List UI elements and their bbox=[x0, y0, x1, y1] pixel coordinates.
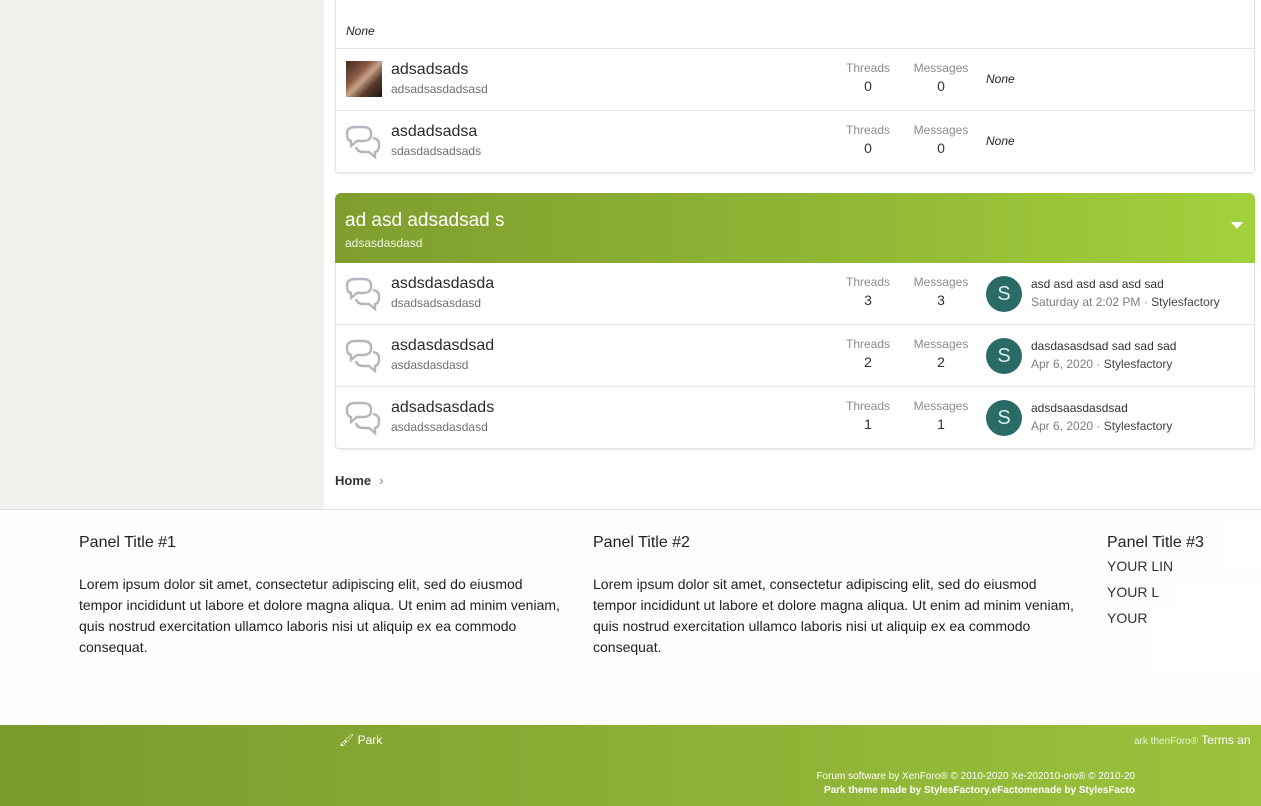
last-post-user[interactable]: Stylesfactory bbox=[1104, 419, 1173, 433]
threads-count: 0 bbox=[864, 140, 872, 156]
messages-count: 1 bbox=[937, 416, 945, 432]
user-avatar[interactable]: S bbox=[986, 400, 1022, 436]
threads-label: Threads bbox=[845, 61, 891, 75]
forum-node[interactable]: adsadsasdads asdadssadasdasd Threads 1 M… bbox=[336, 387, 1254, 448]
forum-node[interactable]: adsadsads adsadsasdadsasd Threads 0 Mess… bbox=[336, 49, 1254, 111]
node-row-partial: None bbox=[336, 0, 1254, 49]
footer-panels: Panel Title #1 Lorem ipsum dolor sit ame… bbox=[0, 509, 1261, 726]
messages-label: Messages bbox=[913, 61, 969, 75]
last-post-title[interactable]: dasdasasdsad sad sad sad bbox=[1031, 339, 1176, 353]
messages-count: 3 bbox=[937, 292, 945, 308]
node-description: sdasdadsadsads bbox=[391, 144, 482, 158]
messages-count: 2 bbox=[937, 354, 945, 370]
last-post-user[interactable]: Stylesfactory bbox=[1104, 357, 1173, 371]
copyright-text[interactable]: Forum software by XenForo® © 2010-2020 X… bbox=[816, 770, 1135, 784]
threads-stat: Threads 2 bbox=[833, 337, 903, 370]
forum-block: None adsadsads adsadsasdadsasd Threads 0… bbox=[335, 0, 1255, 173]
threads-count: 0 bbox=[864, 78, 872, 94]
breadcrumb-home-link[interactable]: Home bbox=[335, 473, 371, 488]
node-title[interactable]: adsadsads bbox=[391, 61, 468, 79]
node-title[interactable]: adsadsasdads bbox=[391, 399, 494, 417]
threads-label: Threads bbox=[845, 399, 891, 413]
user-avatar[interactable]: S bbox=[986, 276, 1022, 312]
breadcrumb: Home › bbox=[335, 473, 383, 488]
render-artifact bbox=[1150, 610, 1261, 670]
node-title[interactable]: asdsdasdasda bbox=[391, 275, 494, 293]
node-description: dsadsadsasdasd bbox=[391, 296, 482, 310]
forum-chat-icon bbox=[345, 401, 381, 436]
category-title[interactable]: ad asd adsadsad s bbox=[345, 210, 505, 232]
footer-fragment: ark thenForo® bbox=[1134, 736, 1199, 747]
chevron-right-icon: › bbox=[379, 473, 384, 488]
copyright: Forum software by XenForo® © 2010-2020 X… bbox=[816, 770, 1135, 798]
node-title[interactable]: asdadsadsa bbox=[391, 123, 477, 141]
messages-label: Messages bbox=[913, 123, 969, 137]
forum-avatar-image bbox=[346, 61, 382, 97]
last-post-user[interactable]: Stylesfactory bbox=[1151, 295, 1220, 309]
forum-chat-icon bbox=[345, 277, 381, 312]
category-block: ad asd adsadsad s adsasdasdasd asdsdasda… bbox=[335, 193, 1255, 449]
messages-count: 0 bbox=[937, 140, 945, 156]
site-footer: 🖌︎ Park ark thenForo® Terms an Forum sof… bbox=[0, 725, 1261, 806]
node-description: adsadsasdadsasd bbox=[391, 82, 488, 96]
threads-stat: Threads 0 bbox=[833, 61, 903, 94]
panel-title: Panel Title #2 bbox=[593, 534, 690, 551]
forum-chat-icon bbox=[345, 125, 381, 160]
forum-chat-icon bbox=[345, 339, 381, 374]
threads-label: Threads bbox=[845, 123, 891, 137]
messages-count: 0 bbox=[937, 78, 945, 94]
threads-stat: Threads 0 bbox=[833, 123, 903, 156]
user-avatar[interactable]: S bbox=[986, 338, 1022, 374]
last-post-date[interactable]: Apr 6, 2020 bbox=[1031, 419, 1093, 433]
node-description: asdasdasdasd bbox=[391, 358, 469, 372]
render-artifact bbox=[1222, 520, 1261, 566]
category-header[interactable]: ad asd adsadsad s adsasdasdasd bbox=[335, 193, 1255, 263]
theme-credit[interactable]: Park theme made by StylesFactory.eFactom… bbox=[816, 784, 1135, 798]
messages-stat: Messages 1 bbox=[906, 399, 976, 432]
threads-count: 3 bbox=[864, 292, 872, 308]
footer-panel-2: Panel Title #2 Lorem ipsum dolor sit ame… bbox=[593, 534, 1083, 658]
footer-links: ark thenForo® Terms an bbox=[1134, 733, 1251, 747]
style-name[interactable]: Park bbox=[358, 733, 383, 747]
forum-node[interactable]: asdasdasdsad asdasdasdasd Threads 2 Mess… bbox=[336, 325, 1254, 387]
last-post-none: None bbox=[986, 134, 1015, 148]
messages-stat: Messages 0 bbox=[906, 61, 976, 94]
messages-label: Messages bbox=[913, 275, 969, 289]
threads-label: Threads bbox=[845, 337, 891, 351]
forum-node[interactable]: asdadsadsa sdasdadsadsads Threads 0 Mess… bbox=[336, 111, 1254, 172]
messages-stat: Messages 3 bbox=[906, 275, 976, 308]
threads-stat: Threads 3 bbox=[833, 275, 903, 308]
last-post-none: None bbox=[986, 72, 1015, 86]
last-post-title[interactable]: asd asd asd asd asd sad bbox=[1031, 277, 1164, 291]
forum-node[interactable]: asdsdasdasda dsadsadsasdasd Threads 3 Me… bbox=[336, 263, 1254, 325]
threads-label: Threads bbox=[845, 275, 891, 289]
category-nodes: asdsdasdasda dsadsadsasdasd Threads 3 Me… bbox=[335, 263, 1255, 449]
collapse-toggle-icon[interactable] bbox=[1231, 222, 1243, 229]
last-post-none: None bbox=[346, 24, 375, 38]
threads-count: 2 bbox=[864, 354, 872, 370]
left-sidebar-area bbox=[0, 0, 324, 509]
messages-stat: Messages 0 bbox=[906, 123, 976, 156]
last-post-meta: Apr 6, 2020 · Stylesfactory bbox=[1031, 357, 1173, 371]
messages-label: Messages bbox=[913, 399, 969, 413]
node-description: asdadssadasdasd bbox=[391, 420, 488, 434]
last-post-meta: Saturday at 2:02 PM · Stylesfactory bbox=[1031, 295, 1220, 309]
threads-count: 1 bbox=[864, 416, 872, 432]
threads-stat: Threads 1 bbox=[833, 399, 903, 432]
terms-link[interactable]: Terms an bbox=[1201, 733, 1250, 747]
panel-text: Lorem ipsum dolor sit amet, consectetur … bbox=[79, 576, 560, 655]
panel-title: Panel Title #1 bbox=[79, 534, 176, 551]
last-post-date[interactable]: Saturday at 2:02 PM bbox=[1031, 295, 1140, 309]
render-artifact bbox=[1178, 580, 1261, 608]
category-description: adsasdasdasd bbox=[345, 236, 423, 250]
last-post-meta: Apr 6, 2020 · Stylesfactory bbox=[1031, 419, 1173, 433]
last-post-title[interactable]: adsdsaasdasdsad bbox=[1031, 401, 1128, 415]
messages-label: Messages bbox=[913, 337, 969, 351]
footer-panel-1: Panel Title #1 Lorem ipsum dolor sit ame… bbox=[79, 534, 569, 658]
node-title[interactable]: asdasdasdsad bbox=[391, 337, 494, 355]
style-chooser-link[interactable]: 🖌︎ Park bbox=[339, 733, 382, 747]
messages-stat: Messages 2 bbox=[906, 337, 976, 370]
panel-text: Lorem ipsum dolor sit amet, consectetur … bbox=[593, 576, 1074, 655]
last-post-date[interactable]: Apr 6, 2020 bbox=[1031, 357, 1093, 371]
